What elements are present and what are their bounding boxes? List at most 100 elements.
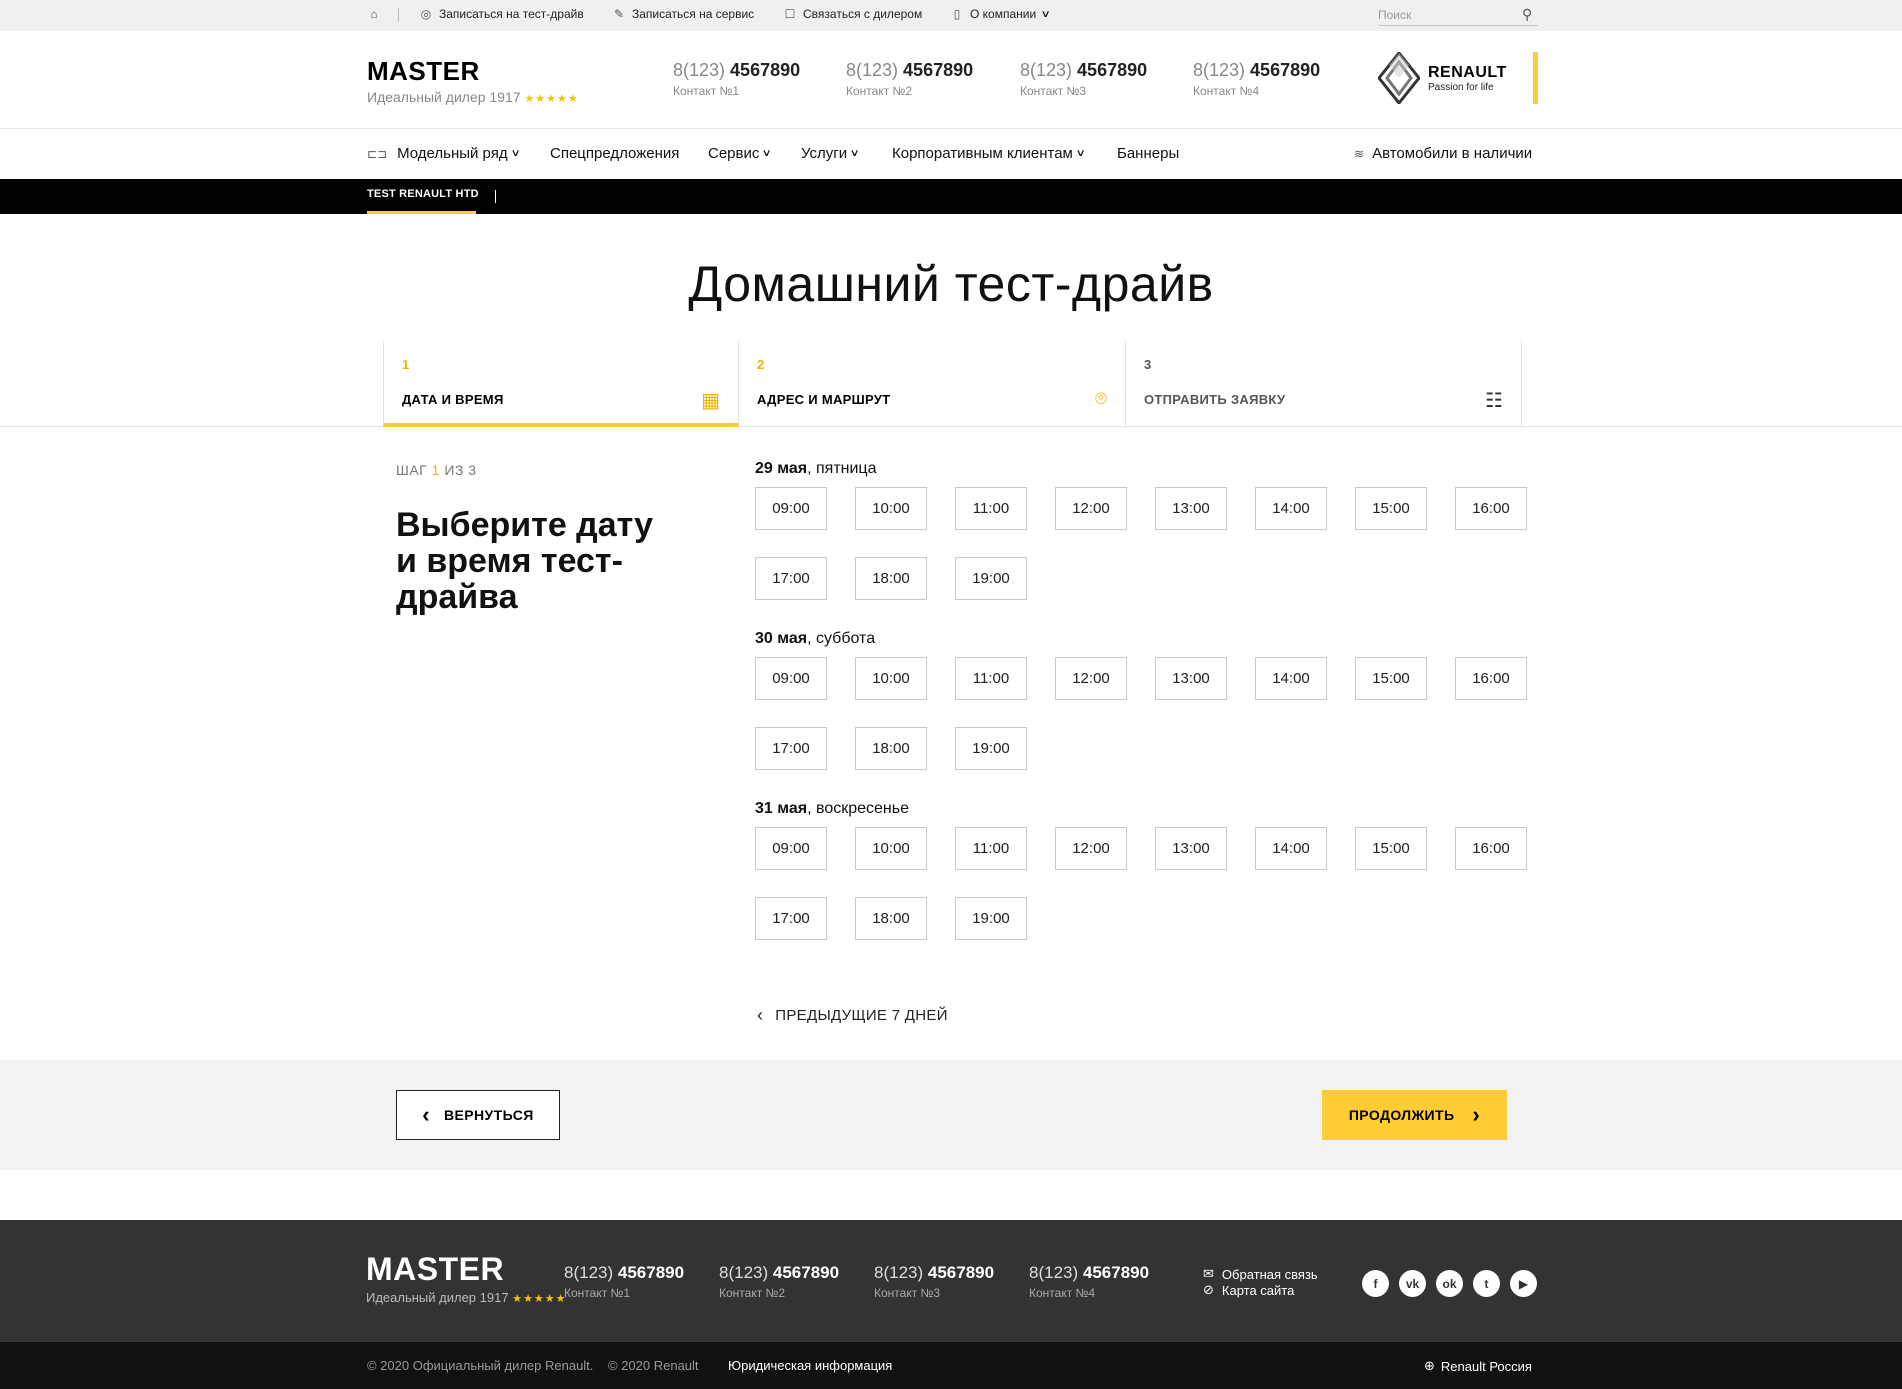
header-contact[interactable]: 8(123) 4567890 Контакт №1 <box>673 60 800 98</box>
time-slot-button[interactable]: 19:00 <box>955 557 1027 600</box>
time-slot-button[interactable]: 18:00 <box>855 727 927 770</box>
header-contact[interactable]: 8(123) 4567890 Контакт №4 <box>1193 60 1320 98</box>
chevron-left-icon: ‹ <box>757 1005 764 1025</box>
back-button-label: ВЕРНУТЬСЯ <box>444 1107 534 1123</box>
time-slot-button[interactable]: 12:00 <box>1055 657 1127 700</box>
time-slot-button[interactable]: 13:00 <box>1155 657 1227 700</box>
step-number: 2 <box>757 357 765 372</box>
envelope-icon: ✉ <box>1203 1266 1214 1281</box>
time-slot-button[interactable]: 09:00 <box>755 487 827 530</box>
vk-icon[interactable]: vk <box>1399 1270 1426 1297</box>
car-icon: ⊏⊐ <box>367 146 388 161</box>
step-address-route[interactable]: 2 АДРЕС И МАРШРУТ ⌾ <box>739 341 1126 427</box>
footer-contact[interactable]: 8(123) 4567890 Контакт №3 <box>874 1263 994 1300</box>
renault-logo[interactable]: RENAULT Passion for life <box>1378 52 1538 104</box>
time-slot-button[interactable]: 10:00 <box>855 827 927 870</box>
copyright-renault: © 2020 Renault <box>608 1358 699 1373</box>
time-slot-button[interactable]: 11:00 <box>955 657 1027 700</box>
topbar-contact-link[interactable]: ☐ Связаться с дилером <box>783 7 923 21</box>
rating-stars: ★★★★★ <box>512 1293 567 1305</box>
time-slot-button[interactable]: 16:00 <box>1455 657 1527 700</box>
step-date-time[interactable]: 1 ДАТА И ВРЕМЯ ▦ <box>383 341 739 427</box>
header-contact[interactable]: 8(123) 4567890 Контакт №3 <box>1020 60 1147 98</box>
nav-item-stock-cars[interactable]: ≋ Автомобили в наличии <box>1354 145 1532 162</box>
map-pin-icon: ⌾ <box>1095 388 1107 410</box>
phone-number: 4567890 <box>772 1263 840 1282</box>
header-contact[interactable]: 8(123) 4567890 Контакт №2 <box>846 60 973 98</box>
feedback-link[interactable]: ✉ Обратная связь <box>1203 1266 1318 1282</box>
time-slot-button[interactable]: 13:00 <box>1155 827 1227 870</box>
time-slot-button[interactable]: 09:00 <box>755 827 827 870</box>
nav-item-banners[interactable]: Баннеры <box>1117 145 1179 162</box>
time-slot-button[interactable]: 14:00 <box>1255 487 1327 530</box>
time-slot-button[interactable]: 09:00 <box>755 657 827 700</box>
nav-item-service[interactable]: Сервис ∨ <box>708 145 772 162</box>
time-slot-button[interactable]: 15:00 <box>1355 827 1427 870</box>
topbar-item-label: О компании <box>970 7 1037 21</box>
contact-label: Контакт №4 <box>1193 84 1260 98</box>
footer-contact[interactable]: 8(123) 4567890 Контакт №4 <box>1029 1263 1149 1300</box>
time-slot-button[interactable]: 15:00 <box>1355 657 1427 700</box>
nav-item-label: Услуги <box>801 145 848 162</box>
footer-brand[interactable]: MASTER Идеальный дилер 1917 ★★★★★ <box>366 1251 567 1305</box>
time-slot-button[interactable]: 14:00 <box>1255 827 1327 870</box>
nav-item-label: Корпоративным клиентам <box>892 145 1073 162</box>
phone-prefix: 8(123) <box>673 60 726 80</box>
step-submit[interactable]: 3 ОТПРАВИТЬ ЗАЯВКУ ☷ <box>1126 341 1522 427</box>
home-link[interactable]: ⌂ <box>367 7 381 21</box>
time-slot-button[interactable]: 17:00 <box>755 727 827 770</box>
steering-wheel-icon: ◎ <box>420 7 432 21</box>
dealer-brand[interactable]: MASTER Идеальный дилер 1917 ★★★★★ <box>367 56 579 105</box>
search-icon[interactable]: ⚲ <box>1522 6 1532 23</box>
footer-contact[interactable]: 8(123) 4567890 Контакт №2 <box>719 1263 839 1300</box>
time-slot-button[interactable]: 15:00 <box>1355 487 1427 530</box>
time-slot-button[interactable]: 17:00 <box>755 557 827 600</box>
time-slot-button[interactable]: 19:00 <box>955 727 1027 770</box>
tab-test-renault-htd[interactable]: TEST RENAULT HTD <box>367 188 479 200</box>
nav-item-services[interactable]: Услуги ∨ <box>801 145 860 162</box>
time-slot-button[interactable]: 18:00 <box>855 897 927 940</box>
time-slot-button[interactable]: 16:00 <box>1455 827 1527 870</box>
twitter-icon[interactable]: t <box>1473 1270 1500 1297</box>
facebook-icon[interactable]: f <box>1362 1270 1389 1297</box>
step-counter-total: ИЗ 3 <box>444 462 477 478</box>
back-button[interactable]: ‹ ВЕРНУТЬСЯ <box>396 1090 560 1140</box>
time-slot-button[interactable]: 19:00 <box>955 897 1027 940</box>
legal-info-link[interactable]: Юридическая информация <box>728 1358 892 1373</box>
time-slot-button[interactable]: 13:00 <box>1155 487 1227 530</box>
topbar-test-drive-link[interactable]: ◎ Записаться на тест-драйв <box>419 7 584 21</box>
time-slot-button[interactable]: 12:00 <box>1055 827 1127 870</box>
nav-item-models[interactable]: ⊏⊐ Модельный ряд ∨ <box>367 145 520 162</box>
day-weekday: воскресенье <box>816 800 909 817</box>
odnoklassniki-icon[interactable]: ok <box>1436 1270 1463 1297</box>
time-slot-button[interactable]: 14:00 <box>1255 657 1327 700</box>
day-heading: 30 мая, суббота <box>755 630 876 647</box>
time-slot-button[interactable]: 18:00 <box>855 557 927 600</box>
compass-icon: ⊘ <box>1203 1282 1214 1297</box>
feedback-link-label: Обратная связь <box>1221 1266 1318 1282</box>
continue-button[interactable]: ПРОДОЛЖИТЬ › <box>1322 1090 1507 1140</box>
time-slot-button[interactable]: 10:00 <box>855 657 927 700</box>
footer-bottom-bar <box>0 1342 1902 1389</box>
contact-label: Контакт №2 <box>846 84 913 98</box>
time-slot-button[interactable]: 11:00 <box>955 827 1027 870</box>
time-slot-button[interactable]: 16:00 <box>1455 487 1527 530</box>
time-slot-button[interactable]: 11:00 <box>955 487 1027 530</box>
time-slot-button[interactable]: 17:00 <box>755 897 827 940</box>
rating-stars: ★★★★★ <box>524 93 579 105</box>
renault-wordmark: RENAULT <box>1428 63 1507 81</box>
topbar-service-link[interactable]: ✎ Записаться на сервис <box>612 7 754 21</box>
time-slot-button[interactable]: 10:00 <box>855 487 927 530</box>
nav-item-offers[interactable]: Спецпредложения <box>550 145 679 162</box>
topbar-about-link[interactable]: ▯ О компании ∨ <box>950 7 1051 21</box>
footer-contact[interactable]: 8(123) 4567890 Контакт №1 <box>564 1263 684 1300</box>
previous-7-days-link[interactable]: ‹ ПРЕДЫДУЩИЕ 7 ДНЕЙ <box>757 1005 948 1026</box>
region-link[interactable]: ⊕ Renault Россия <box>1424 1358 1532 1374</box>
youtube-icon[interactable]: ▶ <box>1510 1270 1537 1297</box>
footer-dealer-name: MASTER <box>366 1251 505 1287</box>
search-input[interactable]: Поиск <box>1378 4 1538 26</box>
nav-item-corporate[interactable]: Корпоративным клиентам ∨ <box>892 145 1086 162</box>
sitemap-link[interactable]: ⊘ Карта сайта <box>1203 1282 1294 1298</box>
time-slot-button[interactable]: 12:00 <box>1055 487 1127 530</box>
nav-item-label: Автомобили в наличии <box>1372 145 1533 162</box>
